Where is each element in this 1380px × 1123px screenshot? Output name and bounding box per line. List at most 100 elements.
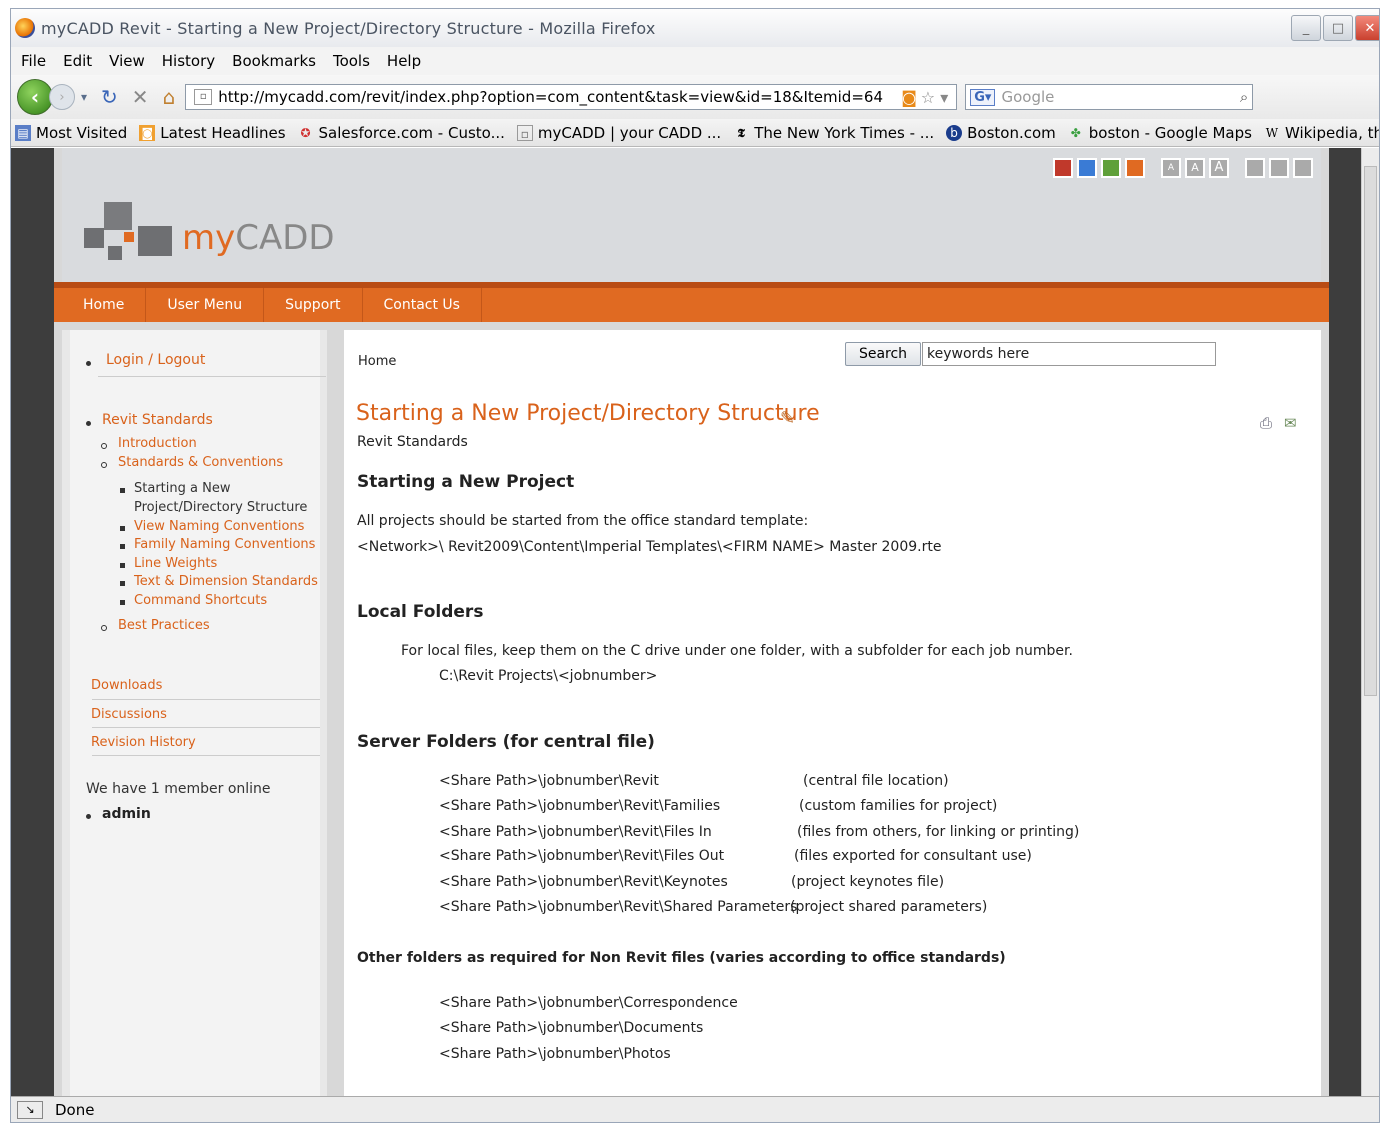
- standards-conventions-link[interactable]: Standards & Conventions: [118, 455, 283, 470]
- history-dropdown-icon[interactable]: ▾: [81, 90, 87, 104]
- rss-icon: ◙: [139, 124, 156, 141]
- revit-standards-link[interactable]: Revit Standards: [102, 412, 213, 428]
- font-size-small-icon[interactable]: A: [1161, 158, 1181, 178]
- bookmark-label: Latest Headlines: [160, 123, 286, 142]
- font-size-large-icon[interactable]: A: [1209, 158, 1229, 178]
- vertical-scrollbar[interactable]: [1361, 148, 1379, 1098]
- server-desc: (project keynotes file): [791, 874, 945, 890]
- nav-contact-us[interactable]: Contact Us: [363, 288, 482, 322]
- search-icon[interactable]: ⌕: [1240, 88, 1248, 106]
- page-title: Starting a New Project/Directory Structu…: [356, 401, 820, 426]
- browser-window: myCADD Revit - Starting a New Project/Di…: [10, 8, 1380, 1123]
- other-path: <Share Path>\jobnumber\Documents: [439, 1020, 704, 1036]
- forward-button[interactable]: ›: [49, 84, 75, 110]
- current-page-line1[interactable]: Starting a New: [134, 481, 230, 496]
- maximize-button[interactable]: □: [1323, 15, 1353, 41]
- width-wide-icon[interactable]: [1293, 158, 1313, 178]
- bookmark-boston[interactable]: b Boston.com: [946, 124, 1056, 142]
- server-path: <Share Path>\jobnumber\Revit\Families: [439, 798, 721, 814]
- nav-user-menu[interactable]: User Menu: [146, 288, 265, 322]
- bookmark-star-icon[interactable]: ☆ ▾: [921, 88, 948, 107]
- reload-icon[interactable]: ↻: [101, 85, 118, 109]
- print-icon[interactable]: ⎙: [1260, 414, 1272, 432]
- scrollbar-thumb[interactable]: [1364, 166, 1377, 696]
- bookmark-mycadd[interactable]: ▫ myCADD | your CADD ...: [516, 123, 722, 142]
- bookmarks-toolbar: ▤ Most Visited ◙ Latest Headlines ✪ Salesfo…: [11, 119, 1379, 147]
- most-visited-icon: ▤: [15, 124, 31, 141]
- menu-file[interactable]: File: [21, 52, 46, 70]
- menu-history[interactable]: History: [162, 52, 215, 70]
- current-page-line2[interactable]: Project/Directory Structure: [134, 500, 307, 515]
- minimize-button[interactable]: _: [1291, 15, 1321, 41]
- bookmark-wikipedia[interactable]: W Wikipedia, the free enc...: [1264, 124, 1379, 142]
- email-icon[interactable]: ✉: [1284, 414, 1297, 432]
- bookmark-nyt[interactable]: 𝕿 The New York Times - ...: [733, 123, 935, 142]
- text-dimension-link[interactable]: Text & Dimension Standards: [134, 574, 318, 589]
- bookmark-most-visited[interactable]: ▤ Most Visited: [15, 124, 127, 142]
- status-icon: ↘: [17, 1100, 43, 1119]
- boston-icon: b: [946, 124, 963, 141]
- menu-edit[interactable]: Edit: [63, 52, 92, 70]
- line-weights-link[interactable]: Line Weights: [134, 556, 217, 571]
- introduction-link[interactable]: Introduction: [118, 436, 197, 451]
- google-engine-icon[interactable]: G▾: [970, 88, 996, 106]
- server-desc: (files from others, for linking or print…: [797, 824, 1080, 840]
- menu-view[interactable]: View: [109, 52, 145, 70]
- google-search-input[interactable]: Google: [1001, 88, 1054, 106]
- width-narrow-icon[interactable]: [1245, 158, 1265, 178]
- server-path: <Share Path>\jobnumber\Revit\Shared Para…: [439, 899, 798, 915]
- stop-icon[interactable]: ✕: [132, 85, 149, 109]
- bookmark-latest-headlines[interactable]: ◙ Latest Headlines: [139, 123, 286, 142]
- rss-feed-icon[interactable]: ◙: [901, 88, 917, 107]
- main-content: Home Search keywords here Starting a New…: [344, 330, 1321, 1098]
- command-shortcuts-link[interactable]: Command Shortcuts: [134, 593, 267, 608]
- google-search-box[interactable]: G▾ Google ⌕: [965, 84, 1254, 110]
- server-path: <Share Path>\jobnumber\Revit: [439, 773, 659, 789]
- search-input[interactable]: keywords here: [922, 342, 1216, 366]
- site-logo-text[interactable]: myCADD: [182, 218, 335, 258]
- close-button[interactable]: ✕: [1355, 15, 1379, 41]
- edit-icon[interactable]: ✎: [780, 408, 795, 429]
- bookmark-label: Most Visited: [36, 123, 128, 142]
- menu-bookmarks[interactable]: Bookmarks: [232, 52, 316, 70]
- style-switcher: A A A: [1053, 158, 1313, 178]
- other-path: <Share Path>\jobnumber\Photos: [439, 1046, 671, 1062]
- downloads-link[interactable]: Downloads: [91, 678, 162, 693]
- login-logout-link[interactable]: Login / Logout: [106, 352, 205, 368]
- family-naming-link[interactable]: Family Naming Conventions: [134, 537, 315, 552]
- url-text[interactable]: http://mycadd.com/revit/index.php?option…: [218, 88, 883, 106]
- maps-icon: ✤: [1070, 125, 1081, 140]
- heading-local-folders: Local Folders: [357, 602, 484, 622]
- bookmark-google-maps[interactable]: ✤ boston - Google Maps: [1068, 124, 1252, 142]
- search-button[interactable]: Search: [845, 342, 921, 366]
- best-practices-link[interactable]: Best Practices: [118, 618, 210, 633]
- server-desc: (files exported for consultant use): [794, 848, 1032, 864]
- nav-home[interactable]: Home: [62, 288, 147, 322]
- font-size-medium-icon[interactable]: A: [1185, 158, 1205, 178]
- home-icon[interactable]: ⌂: [163, 85, 176, 109]
- width-medium-icon[interactable]: [1269, 158, 1289, 178]
- menu-help[interactable]: Help: [387, 52, 421, 70]
- color-swatch-orange[interactable]: [1125, 158, 1145, 178]
- color-swatch-green[interactable]: [1101, 158, 1121, 178]
- discussions-link[interactable]: Discussions: [91, 707, 167, 722]
- sidebar: Login / Logout Revit Standards Introduct…: [62, 330, 327, 1098]
- revision-history-link[interactable]: Revision History: [91, 735, 196, 750]
- server-path: <Share Path>\jobnumber\Revit\Files Out: [439, 848, 725, 864]
- color-swatch-blue[interactable]: [1077, 158, 1097, 178]
- text-start: All projects should be started from the …: [357, 513, 809, 529]
- url-bar[interactable]: ▫ http://mycadd.com/revit/index.php?opti…: [185, 84, 958, 110]
- menu-tools[interactable]: Tools: [333, 52, 370, 70]
- back-button[interactable]: ‹: [17, 79, 53, 115]
- server-path: <Share Path>\jobnumber\Revit\Keynotes: [439, 874, 728, 890]
- view-naming-link[interactable]: View Naming Conventions: [134, 519, 304, 534]
- nav-support[interactable]: Support: [264, 288, 363, 322]
- bookmark-label: myCADD | your CADD ...: [537, 123, 722, 142]
- bookmark-label: Wikipedia, the free enc...: [1284, 123, 1379, 142]
- nyt-icon: 𝕿: [737, 125, 745, 140]
- online-user: admin: [102, 806, 151, 822]
- bookmark-label: The New York Times - ...: [754, 123, 935, 142]
- bookmark-salesforce[interactable]: ✪ Salesforce.com - Custo...: [298, 124, 505, 142]
- heading-server-folders: Server Folders (for central file): [357, 732, 655, 752]
- color-swatch-red[interactable]: [1053, 158, 1073, 178]
